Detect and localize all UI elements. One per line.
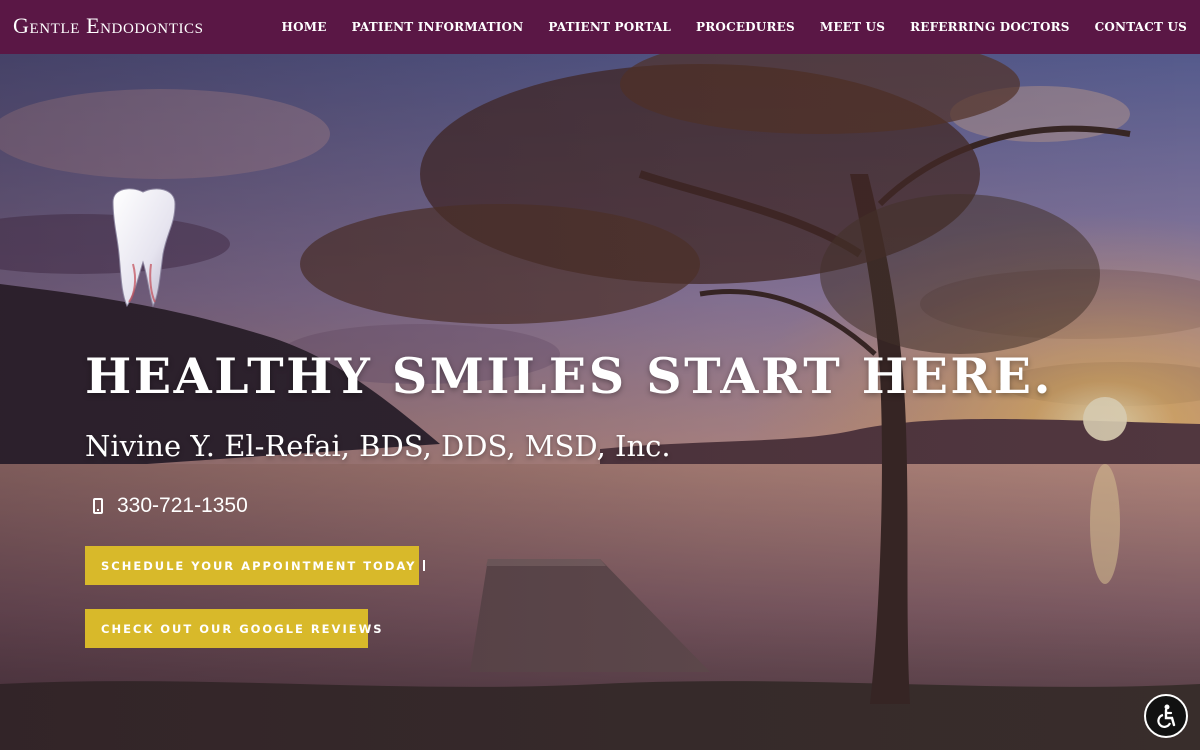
phone-number: 330-721-1350	[117, 494, 248, 517]
schedule-appointment-label: SCHEDULE YOUR APPOINTMENT TODAY	[101, 558, 417, 573]
mobile-phone-icon	[93, 498, 103, 514]
nav-patient-portal[interactable]: PATIENT PORTAL	[548, 20, 671, 34]
hero-subheadline: Nivine Y. El-Refai, BDS, DDS, MSD, Inc.	[85, 429, 671, 463]
tooth-logo-icon	[112, 188, 176, 308]
nav-contact-us[interactable]: CONTACT US	[1095, 20, 1187, 34]
schedule-appointment-button[interactable]: SCHEDULE YOUR APPOINTMENT TODAY	[85, 546, 425, 585]
calendar-icon	[422, 560, 425, 571]
main-nav: HOME PATIENT INFORMATION PATIENT PORTAL …	[282, 0, 1187, 54]
site-header: Gentle Endodontics HOME PATIENT INFORMAT…	[0, 0, 1200, 54]
accessibility-button[interactable]	[1144, 694, 1188, 738]
nav-referring-doctors[interactable]: REFERRING DOCTORS	[910, 20, 1070, 34]
nav-home[interactable]: HOME	[282, 20, 327, 34]
site-logo[interactable]: Gentle Endodontics	[13, 13, 204, 39]
hero-headline: HEALTHY SMILES START HERE.	[85, 347, 1054, 405]
nav-procedures[interactable]: PROCEDURES	[696, 20, 795, 34]
nav-meet-us[interactable]: MEET US	[820, 20, 885, 34]
google-reviews-label: CHECK OUT OUR GOOGLE REVIEWS	[101, 621, 384, 636]
google-reviews-button[interactable]: CHECK OUT OUR GOOGLE REVIEWS	[85, 609, 382, 648]
accessibility-icon	[1157, 704, 1176, 728]
hero-section: HEALTHY SMILES START HERE. Nivine Y. El-…	[0, 54, 1200, 750]
nav-patient-information[interactable]: PATIENT INFORMATION	[352, 20, 524, 34]
phone-link[interactable]: 330-721-1350	[93, 494, 248, 518]
